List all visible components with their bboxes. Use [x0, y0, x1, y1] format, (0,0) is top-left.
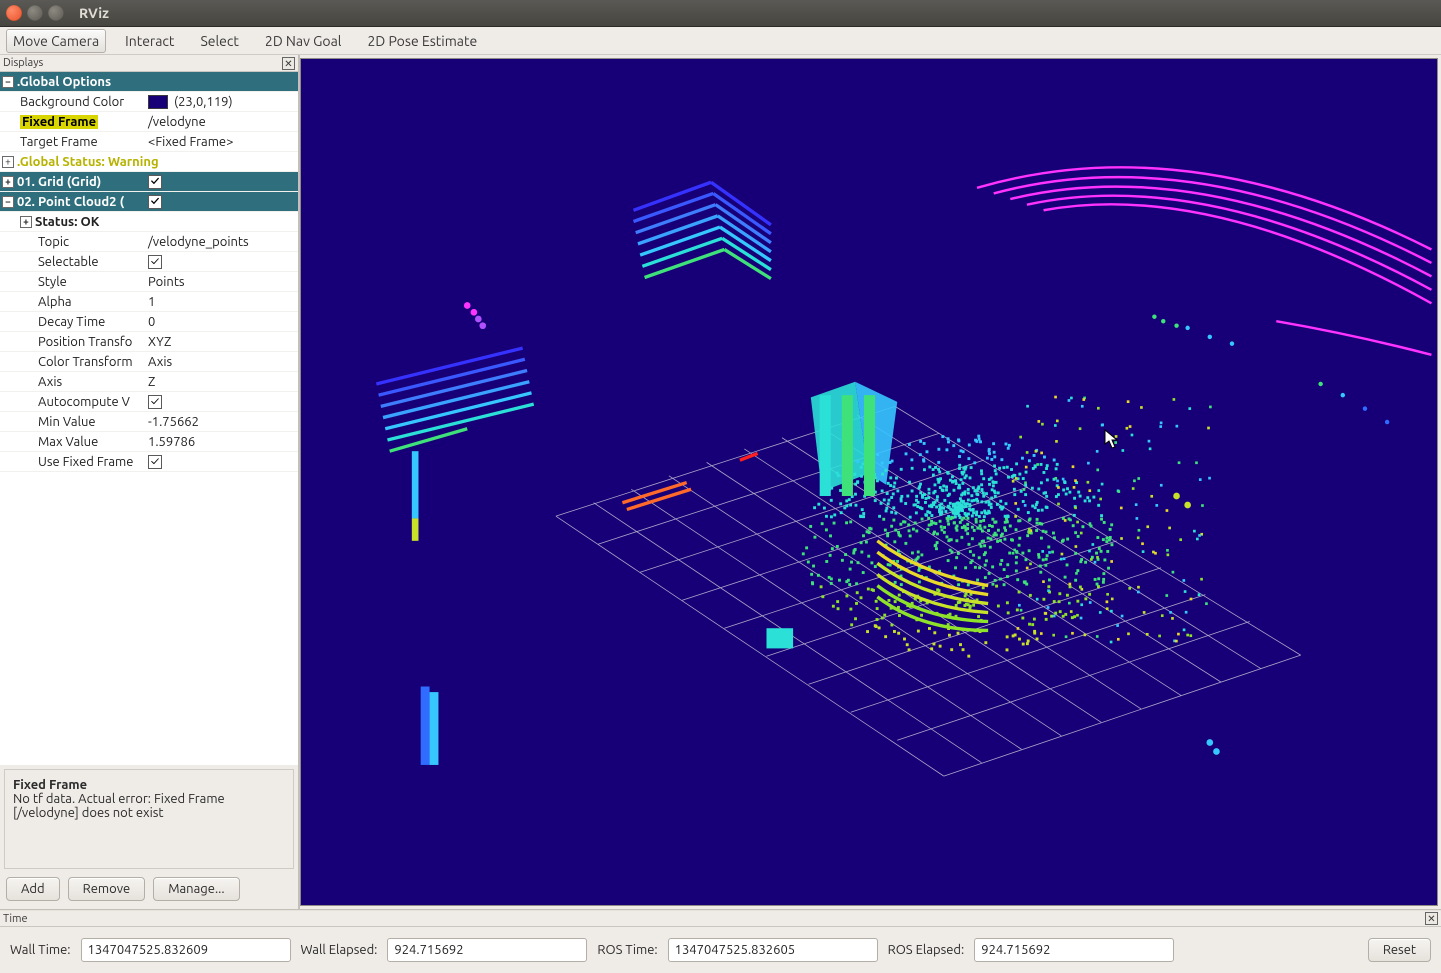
remove-button[interactable]: Remove [68, 877, 146, 901]
tree-row-max-value[interactable]: Max Value 1.59786 [0, 432, 298, 452]
tree-row-selectable[interactable]: Selectable ✓ [0, 252, 298, 272]
move-camera-button[interactable]: Move Camera [6, 29, 106, 53]
tree-row-topic[interactable]: Topic /velodyne_points [0, 232, 298, 252]
ros-elapsed-label: ROS Elapsed: [888, 943, 965, 957]
tree-row-decay[interactable]: Decay Time 0 [0, 312, 298, 332]
color-swatch[interactable] [148, 95, 168, 109]
displays-panel-title: Displays [3, 57, 43, 69]
tree-item-grid[interactable]: +01. Grid (Grid) ✓ [0, 172, 298, 192]
far-scan-arcs [977, 167, 1431, 355]
wall-time-field[interactable] [81, 938, 291, 962]
expand-icon[interactable]: + [2, 176, 14, 188]
description-body: No tf data. Actual error: Fixed Frame [/… [13, 792, 285, 820]
time-row: Wall Time: Wall Elapsed: ROS Time: ROS E… [0, 927, 1441, 973]
window-title: RViz [79, 5, 109, 21]
tree-row-autocompute[interactable]: Autocompute V ✓ [0, 392, 298, 412]
main-split: Displays ✕ −.Global Options Background C… [0, 55, 1441, 909]
lower-blue-column [421, 686, 439, 764]
expand-icon[interactable]: + [20, 216, 32, 228]
displays-tree[interactable]: −.Global Options Background Color (23,0,… [0, 72, 298, 765]
blob-magenta-left [464, 302, 486, 329]
interact-button[interactable]: Interact [118, 29, 181, 53]
time-panel-close-icon[interactable]: ✕ [1425, 912, 1438, 925]
tree-row-axis[interactable]: Axis Z [0, 372, 298, 392]
client-area: Move Camera Interact Select 2D Nav Goal … [0, 26, 1441, 973]
pointcloud2-enabled-checkbox[interactable]: ✓ [148, 195, 162, 209]
select-button[interactable]: Select [193, 29, 245, 53]
window-titlebar: RViz [0, 0, 1441, 26]
main-toolbar: Move Camera Interact Select 2D Nav Goal … [0, 27, 1441, 55]
grid-enabled-checkbox[interactable]: ✓ [148, 175, 162, 189]
ros-elapsed-field[interactable] [974, 938, 1174, 962]
window-close-button[interactable] [6, 5, 22, 21]
ros-time-label: ROS Time: [597, 943, 657, 957]
wall-elapsed-field[interactable] [387, 938, 587, 962]
expand-icon[interactable]: + [2, 156, 14, 168]
tree-item-global-status[interactable]: +.Global Status: Warning [0, 152, 298, 172]
displays-panel: Displays ✕ −.Global Options Background C… [0, 55, 300, 909]
reset-button[interactable]: Reset [1368, 938, 1431, 962]
time-panel-title: Time [3, 913, 28, 925]
displays-button-row: Add Remove Manage... [0, 873, 298, 909]
wall-mid-left [376, 348, 533, 451]
displays-panel-header[interactable]: Displays ✕ [0, 55, 298, 72]
add-button[interactable]: Add [6, 877, 60, 901]
autocompute-checkbox[interactable]: ✓ [148, 395, 162, 409]
ros-time-field[interactable] [668, 938, 878, 962]
orange-object [622, 483, 691, 510]
displays-panel-close-icon[interactable]: ✕ [282, 57, 295, 70]
window-minimize-button[interactable] [27, 5, 43, 21]
use-fixed-frame-checkbox[interactable]: ✓ [148, 455, 162, 469]
tree-row-target-frame[interactable]: Target Frame <Fixed Frame> [0, 132, 298, 152]
tree-item-global-options[interactable]: −.Global Options [0, 72, 298, 92]
tree-row-alpha[interactable]: Alpha 1 [0, 292, 298, 312]
time-panel: Time ✕ Wall Time: Wall Elapsed: ROS Time… [0, 909, 1441, 973]
tree-row-min-value[interactable]: Min Value -1.75662 [0, 412, 298, 432]
description-box: Fixed Frame No tf data. Actual error: Fi… [4, 769, 294, 869]
tree-row-background-color[interactable]: Background Color (23,0,119) [0, 92, 298, 112]
2d-pose-estimate-button[interactable]: 2D Pose Estimate [360, 29, 484, 53]
wall-time-label: Wall Time: [10, 943, 71, 957]
red-marker [740, 453, 758, 460]
description-title: Fixed Frame [13, 778, 285, 792]
collapse-icon[interactable]: − [2, 196, 14, 208]
wall-elapsed-label: Wall Elapsed: [301, 943, 378, 957]
tree-row-fixed-frame[interactable]: Fixed Frame /velodyne [0, 112, 298, 132]
tree-row-use-fixed-frame[interactable]: Use Fixed Frame ✓ [0, 452, 298, 472]
post-left [412, 451, 419, 541]
2d-nav-goal-button[interactable]: 2D Nav Goal [258, 29, 349, 53]
collapse-icon[interactable]: − [2, 76, 14, 88]
far-right-points [1173, 493, 1220, 755]
pointcloud-render [301, 59, 1437, 905]
tree-row-style[interactable]: Style Points [0, 272, 298, 292]
wall-upper-left [633, 182, 770, 278]
tree-item-pointcloud2[interactable]: −02. Point Cloud2 ( ✓ [0, 192, 298, 212]
tree-row-color-transform[interactable]: Color Transform Axis [0, 352, 298, 372]
points-right-far [1152, 314, 1389, 424]
manage-button[interactable]: Manage... [153, 877, 239, 901]
tree-row-position-transform[interactable]: Position Transfo XYZ [0, 332, 298, 352]
window-maximize-button[interactable] [48, 5, 64, 21]
3d-viewport[interactable] [300, 58, 1438, 906]
time-panel-header[interactable]: Time ✕ [0, 910, 1441, 927]
tree-row-status-ok[interactable]: +Status: OK [0, 212, 298, 232]
selectable-checkbox[interactable]: ✓ [148, 255, 162, 269]
